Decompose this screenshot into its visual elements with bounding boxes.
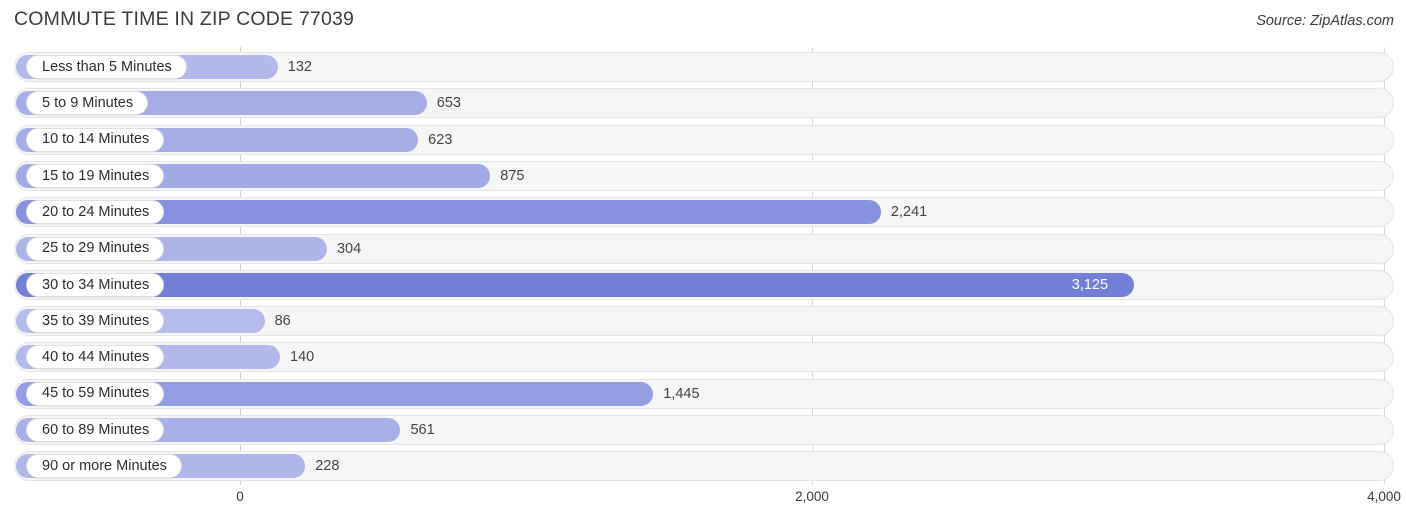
bar-value-label: 623 <box>428 131 453 148</box>
bar-value-label: 653 <box>436 95 461 112</box>
bar-row[interactable]: 35 to 39 Minutes 86 <box>14 306 1394 337</box>
bar-row[interactable]: Less than 5 Minutes 132 <box>14 52 1394 82</box>
bar-row[interactable]: 25 to 29 Minutes 304 <box>14 233 1394 264</box>
bar-category-label-text: 60 to 89 Minutes <box>42 421 150 438</box>
bar-value-label: 86 <box>274 313 291 330</box>
bar-category-label: 10 to 14 Minutes <box>26 127 165 152</box>
bar-value-label: 561 <box>410 422 435 438</box>
bar-category-label: 40 to 44 Minutes <box>26 345 165 370</box>
bar-value-label: 228 <box>315 458 340 475</box>
page-title: COMMUTE TIME IN ZIP CODE 77039 <box>14 8 355 30</box>
bar-row[interactable]: 45 to 59 Minutes 1,445 <box>14 378 1394 409</box>
bar-category-label: 5 to 9 Minutes <box>26 91 149 116</box>
bar-row[interactable]: 10 to 14 Minutes 623 <box>14 124 1394 155</box>
bar-value-label: 875 <box>500 167 525 184</box>
bar-category-label-text: 25 to 29 Minutes <box>42 240 150 257</box>
bar-row[interactable]: 40 to 44 Minutes 140 <box>14 342 1394 373</box>
bar-category-label-text: 35 to 39 Minutes <box>42 312 150 329</box>
bar-value-label: 132 <box>287 59 312 75</box>
bar-category-label: 30 to 34 Minutes <box>26 272 165 297</box>
bar-category-label-text: 30 to 34 Minutes <box>42 276 150 293</box>
bar-value-label: 304 <box>336 240 362 257</box>
bar-category-label: 35 to 39 Minutes <box>26 309 165 334</box>
bar-row[interactable]: 5 to 9 Minutes 653 <box>14 88 1394 119</box>
bar-category-label-text: 10 to 14 Minutes <box>42 131 150 148</box>
x-axis-tick-label: 4,000 <box>1367 489 1401 504</box>
bar-category-label: 15 to 19 Minutes <box>26 163 165 188</box>
bar-category-label-text: Less than 5 Minutes <box>42 58 172 75</box>
bar-category-label-text: 5 to 9 Minutes <box>42 95 134 112</box>
bar-category-label-text: 90 or more Minutes <box>42 458 167 475</box>
chart-plot-area: Less than 5 Minutes 132 5 to 9 Minutes 653 1… <box>0 47 1406 485</box>
bar-category-label: 25 to 29 Minutes <box>26 236 165 261</box>
bar-category-label-text: 15 to 19 Minutes <box>42 167 150 184</box>
bar-row[interactable]: 90 or more Minutes 228 <box>14 451 1394 482</box>
bar-value-label-inside: 3,125 <box>1071 276 1109 293</box>
bar-category-label: 90 or more Minutes <box>26 454 182 479</box>
bar-row[interactable]: 15 to 19 Minutes 875 <box>14 160 1394 191</box>
bar-value-label: 1,445 <box>663 385 700 402</box>
source-attribution: Source: ZipAtlas.com <box>1256 13 1394 29</box>
bar-category-label: Less than 5 Minutes <box>26 55 187 79</box>
bar-category-label-text: 45 to 59 Minutes <box>42 385 150 402</box>
bar-category-label: 60 to 89 Minutes <box>26 418 165 442</box>
bar-row[interactable]: 60 to 89 Minutes 561 <box>14 415 1394 445</box>
bar-category-label: 20 to 24 Minutes <box>26 200 165 225</box>
bar-row[interactable]: 30 to 34 Minutes 3,125 <box>14 269 1394 300</box>
bar-category-label-text: 40 to 44 Minutes <box>42 349 150 366</box>
x-axis-tick-label: 0 <box>236 489 244 504</box>
x-axis: 0 2,000 4,000 <box>0 485 1406 522</box>
bar-value-label: 2,241 <box>890 204 928 221</box>
bar-category-label-text: 20 to 24 Minutes <box>42 203 150 220</box>
bar-fill[interactable] <box>16 272 1134 297</box>
bar-value-label: 140 <box>290 349 315 366</box>
x-axis-tick-label: 2,000 <box>795 489 829 504</box>
bar-row[interactable]: 20 to 24 Minutes 2,241 <box>14 197 1394 228</box>
bar-category-label: 45 to 59 Minutes <box>26 381 165 406</box>
